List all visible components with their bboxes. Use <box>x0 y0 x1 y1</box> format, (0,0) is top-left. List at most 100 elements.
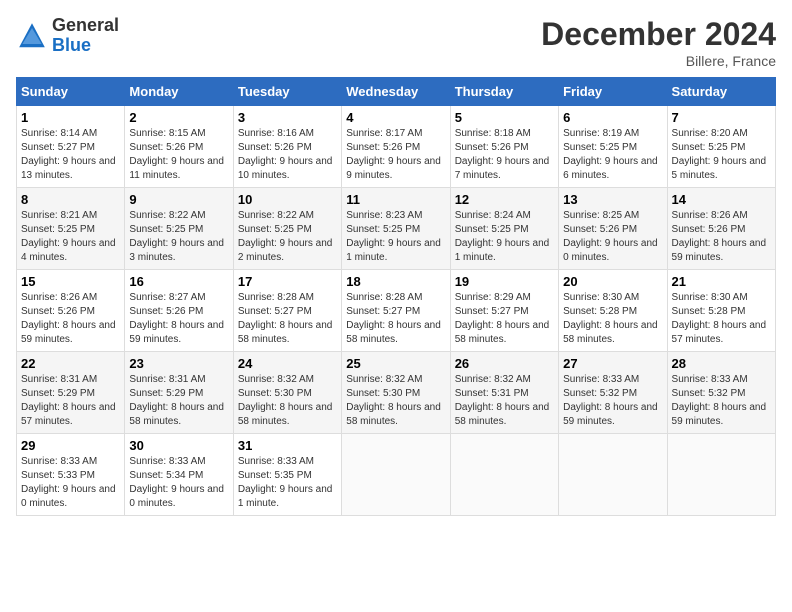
weekday-header-sunday: Sunday <box>17 78 125 106</box>
calendar-cell <box>559 434 667 516</box>
calendar-cell: 22 Sunrise: 8:31 AM Sunset: 5:29 PM Dayli… <box>17 352 125 434</box>
calendar-cell: 16Sunrise: 8:27 AM Sunset: 5:26 PM Dayli… <box>125 270 233 352</box>
day-info: Sunrise: 8:33 AM Sunset: 5:32 PM Dayligh… <box>563 373 662 429</box>
day-info: Sunrise: 8:30 AM Sunset: 5:28 PM Dayligh… <box>672 291 771 347</box>
day-info: Sunrise: 8:32 AM Sunset: 5:30 PM Dayligh… <box>346 373 445 429</box>
day-number: 15 <box>21 274 120 289</box>
logo-general-text: General <box>52 16 119 36</box>
day-info: Sunrise: 8:31 AM Sunset: 5:29 PM Dayligh… <box>129 373 228 429</box>
day-number: 5 <box>455 110 554 125</box>
month-title: December 2024 <box>541 16 776 53</box>
day-number: 26 <box>455 356 554 371</box>
calendar-cell: 28Sunrise: 8:33 AM Sunset: 5:32 PM Dayli… <box>667 352 775 434</box>
day-info: Sunrise: 8:26 AM Sunset: 5:26 PM Dayligh… <box>21 291 120 347</box>
day-info: Sunrise: 8:33 AM Sunset: 5:32 PM Dayligh… <box>672 373 771 429</box>
day-number: 17 <box>238 274 337 289</box>
calendar-cell: 17 Sunrise: 8:28 AM Sunset: 5:27 PM Dayli… <box>233 270 341 352</box>
day-info: Sunrise: 8:20 AM Sunset: 5:25 PM Dayligh… <box>672 127 771 183</box>
title-area: December 2024 Billere, France <box>541 16 776 69</box>
day-info: Sunrise: 8:30 AM Sunset: 5:28 PM Dayligh… <box>563 291 662 347</box>
calendar-cell: 12 Sunrise: 8:24 AM Sunset: 5:25 PM Dayli… <box>450 188 558 270</box>
calendar-cell: 26 Sunrise: 8:32 AM Sunset: 5:31 PM Dayli… <box>450 352 558 434</box>
day-number: 6 <box>563 110 662 125</box>
day-info: Sunrise: 8:33 AM Sunset: 5:35 PM Dayligh… <box>238 455 337 511</box>
calendar-cell <box>450 434 558 516</box>
day-info: Sunrise: 8:32 AM Sunset: 5:31 PM Dayligh… <box>455 373 554 429</box>
logo-icon <box>16 20 48 52</box>
day-info: Sunrise: 8:28 AM Sunset: 5:27 PM Dayligh… <box>238 291 337 347</box>
logo-blue-text: Blue <box>52 36 119 56</box>
day-number: 11 <box>346 192 445 207</box>
day-number: 8 <box>21 192 120 207</box>
calendar-cell: 9Sunrise: 8:22 AM Sunset: 5:25 PM Daylig… <box>125 188 233 270</box>
day-number: 19 <box>455 274 554 289</box>
day-info: Sunrise: 8:22 AM Sunset: 5:25 PM Dayligh… <box>238 209 337 265</box>
day-number: 14 <box>672 192 771 207</box>
day-number: 24 <box>238 356 337 371</box>
day-info: Sunrise: 8:16 AM Sunset: 5:26 PM Dayligh… <box>238 127 337 183</box>
logo: General Blue <box>16 16 119 56</box>
calendar-week-row: 22 Sunrise: 8:31 AM Sunset: 5:29 PM Dayli… <box>17 352 776 434</box>
day-number: 22 <box>21 356 120 371</box>
day-info: Sunrise: 8:18 AM Sunset: 5:26 PM Dayligh… <box>455 127 554 183</box>
calendar-cell: 13 Sunrise: 8:25 AM Sunset: 5:26 PM Dayli… <box>559 188 667 270</box>
day-number: 10 <box>238 192 337 207</box>
day-info: Sunrise: 8:21 AM Sunset: 5:25 PM Dayligh… <box>21 209 120 265</box>
weekday-header-saturday: Saturday <box>667 78 775 106</box>
day-info: Sunrise: 8:26 AM Sunset: 5:26 PM Dayligh… <box>672 209 771 265</box>
calendar-table: SundayMondayTuesdayWednesdayThursdayFrid… <box>16 77 776 516</box>
day-info: Sunrise: 8:33 AM Sunset: 5:34 PM Dayligh… <box>129 455 228 511</box>
calendar-cell: 25 Sunrise: 8:32 AM Sunset: 5:30 PM Dayli… <box>342 352 450 434</box>
day-number: 31 <box>238 438 337 453</box>
calendar-week-row: 15 Sunrise: 8:26 AM Sunset: 5:26 PM Dayli… <box>17 270 776 352</box>
calendar-cell: 23Sunrise: 8:31 AM Sunset: 5:29 PM Dayli… <box>125 352 233 434</box>
day-info: Sunrise: 8:33 AM Sunset: 5:33 PM Dayligh… <box>21 455 120 511</box>
weekday-header-thursday: Thursday <box>450 78 558 106</box>
calendar-cell: 1Sunrise: 8:14 AM Sunset: 5:27 PM Daylig… <box>17 106 125 188</box>
calendar-cell: 15 Sunrise: 8:26 AM Sunset: 5:26 PM Dayli… <box>17 270 125 352</box>
calendar-cell: 24 Sunrise: 8:32 AM Sunset: 5:30 PM Dayli… <box>233 352 341 434</box>
day-number: 21 <box>672 274 771 289</box>
day-number: 13 <box>563 192 662 207</box>
calendar-cell: 20Sunrise: 8:30 AM Sunset: 5:28 PM Dayli… <box>559 270 667 352</box>
day-info: Sunrise: 8:24 AM Sunset: 5:25 PM Dayligh… <box>455 209 554 265</box>
day-number: 18 <box>346 274 445 289</box>
weekday-header-row: SundayMondayTuesdayWednesdayThursdayFrid… <box>17 78 776 106</box>
day-info: Sunrise: 8:25 AM Sunset: 5:26 PM Dayligh… <box>563 209 662 265</box>
day-info: Sunrise: 8:19 AM Sunset: 5:25 PM Dayligh… <box>563 127 662 183</box>
day-info: Sunrise: 8:28 AM Sunset: 5:27 PM Dayligh… <box>346 291 445 347</box>
calendar-cell: 10 Sunrise: 8:22 AM Sunset: 5:25 PM Dayli… <box>233 188 341 270</box>
day-number: 30 <box>129 438 228 453</box>
calendar-cell <box>667 434 775 516</box>
calendar-cell: 8 Sunrise: 8:21 AM Sunset: 5:25 PM Daylig… <box>17 188 125 270</box>
calendar-cell: 3 Sunrise: 8:16 AM Sunset: 5:26 PM Daylig… <box>233 106 341 188</box>
calendar-cell <box>342 434 450 516</box>
calendar-cell: 2 Sunrise: 8:15 AM Sunset: 5:26 PM Daylig… <box>125 106 233 188</box>
day-number: 2 <box>129 110 228 125</box>
location: Billere, France <box>541 53 776 69</box>
day-info: Sunrise: 8:29 AM Sunset: 5:27 PM Dayligh… <box>455 291 554 347</box>
calendar-cell: 14 Sunrise: 8:26 AM Sunset: 5:26 PM Dayli… <box>667 188 775 270</box>
calendar-cell: 6 Sunrise: 8:19 AM Sunset: 5:25 PM Daylig… <box>559 106 667 188</box>
calendar-week-row: 29Sunrise: 8:33 AM Sunset: 5:33 PM Dayli… <box>17 434 776 516</box>
weekday-header-wednesday: Wednesday <box>342 78 450 106</box>
calendar-cell: 31 Sunrise: 8:33 AM Sunset: 5:35 PM Dayli… <box>233 434 341 516</box>
day-info: Sunrise: 8:31 AM Sunset: 5:29 PM Dayligh… <box>21 373 120 429</box>
day-number: 3 <box>238 110 337 125</box>
weekday-header-friday: Friday <box>559 78 667 106</box>
calendar-cell: 30 Sunrise: 8:33 AM Sunset: 5:34 PM Dayli… <box>125 434 233 516</box>
day-number: 7 <box>672 110 771 125</box>
day-number: 25 <box>346 356 445 371</box>
calendar-week-row: 1Sunrise: 8:14 AM Sunset: 5:27 PM Daylig… <box>17 106 776 188</box>
day-info: Sunrise: 8:27 AM Sunset: 5:26 PM Dayligh… <box>129 291 228 347</box>
day-info: Sunrise: 8:15 AM Sunset: 5:26 PM Dayligh… <box>129 127 228 183</box>
day-info: Sunrise: 8:32 AM Sunset: 5:30 PM Dayligh… <box>238 373 337 429</box>
calendar-cell: 29Sunrise: 8:33 AM Sunset: 5:33 PM Dayli… <box>17 434 125 516</box>
day-number: 4 <box>346 110 445 125</box>
day-info: Sunrise: 8:23 AM Sunset: 5:25 PM Dayligh… <box>346 209 445 265</box>
calendar-cell: 4Sunrise: 8:17 AM Sunset: 5:26 PM Daylig… <box>342 106 450 188</box>
calendar-cell: 27Sunrise: 8:33 AM Sunset: 5:32 PM Dayli… <box>559 352 667 434</box>
day-number: 9 <box>129 192 228 207</box>
day-number: 12 <box>455 192 554 207</box>
day-number: 1 <box>21 110 120 125</box>
